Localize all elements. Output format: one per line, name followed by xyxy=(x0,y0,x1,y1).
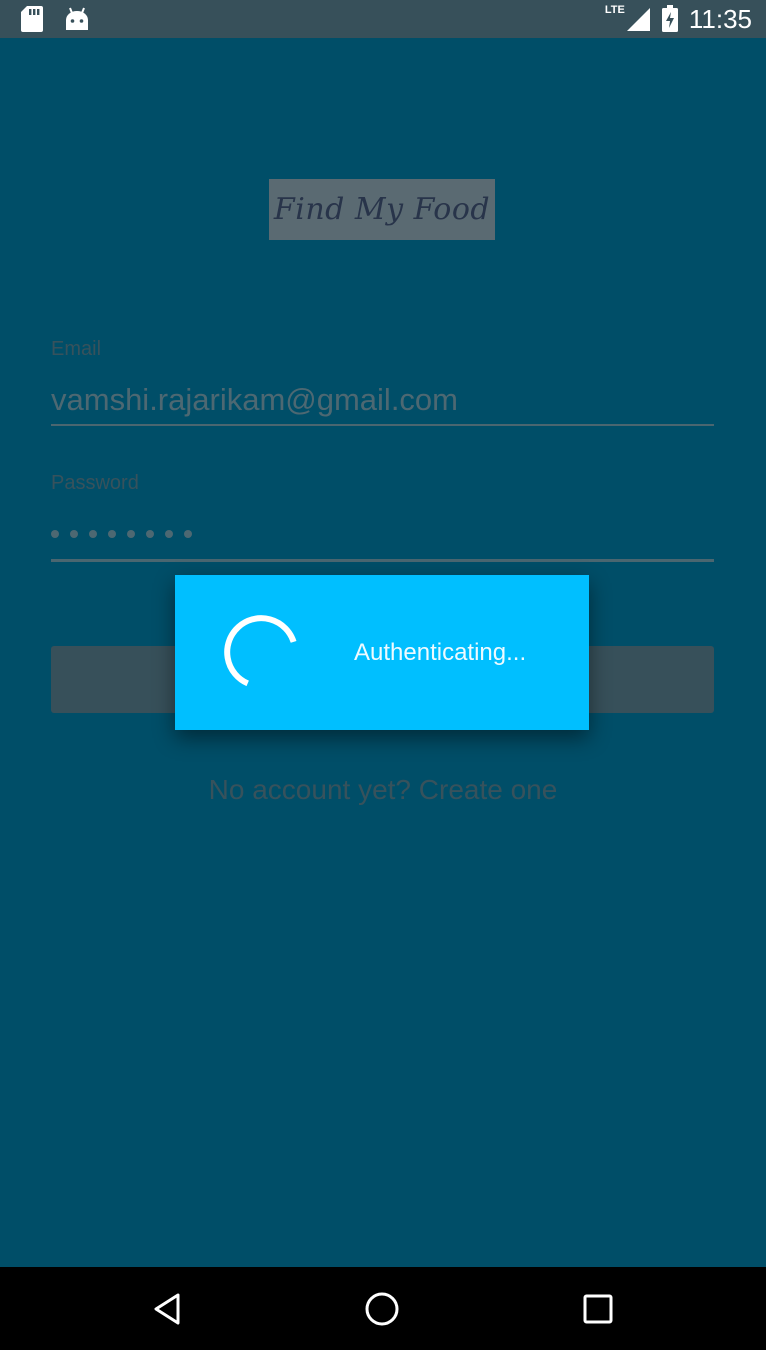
password-dot xyxy=(89,530,97,538)
navigation-bar xyxy=(0,1267,766,1350)
loading-spinner-icon xyxy=(224,615,297,687)
progress-dialog: Authenticating... xyxy=(175,575,589,730)
email-field[interactable]: vamshi.rajarikam@gmail.com xyxy=(51,382,458,418)
back-icon[interactable] xyxy=(150,1291,186,1327)
password-label: Password xyxy=(51,472,139,494)
password-field[interactable] xyxy=(51,530,192,538)
clock: 11:35 xyxy=(688,3,752,34)
password-dot xyxy=(70,530,78,538)
signal-icon xyxy=(626,8,650,31)
password-dot xyxy=(165,530,173,538)
email-underline xyxy=(51,424,714,426)
sd-card-icon xyxy=(21,6,43,32)
password-underline xyxy=(51,559,714,562)
password-dot xyxy=(146,530,154,538)
android-debug-icon xyxy=(66,7,88,30)
network-type-label: LTE xyxy=(604,4,625,16)
logo-text: Find My Food xyxy=(273,192,491,227)
status-bar: LTE 11:35 xyxy=(0,0,766,38)
email-label: Email xyxy=(51,338,102,360)
recents-icon[interactable] xyxy=(580,1291,616,1327)
create-account-link[interactable]: No account yet? Create one xyxy=(0,774,766,806)
password-dot xyxy=(184,530,192,538)
password-dot xyxy=(108,530,116,538)
password-dot xyxy=(51,530,59,538)
home-icon[interactable] xyxy=(364,1291,400,1327)
status-right-area: LTE 11:35 xyxy=(605,0,752,38)
password-dot xyxy=(127,530,135,538)
dialog-message: Authenticating... xyxy=(354,639,527,666)
battery-charging-icon xyxy=(661,5,678,32)
app-logo: Find My Food xyxy=(269,179,495,240)
status-left-icons xyxy=(20,4,90,34)
